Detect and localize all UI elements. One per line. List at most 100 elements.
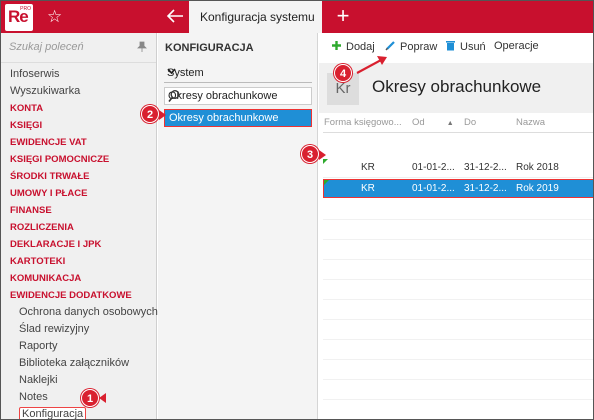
cell-do: 31-12-2... (464, 162, 507, 173)
empty-row-line (323, 259, 593, 260)
sidebar-item-label: Konfiguracja (19, 407, 87, 419)
column-header-nazwa[interactable]: Nazwa (516, 117, 586, 128)
sidebar-item-infoserwis[interactable]: Infoserwis (10, 66, 158, 83)
callout-pointer (319, 150, 326, 160)
sidebar: Szukaj poleceń Infoserwis Wyszukiwarka KON… (1, 33, 158, 419)
edit-label: Popraw (400, 41, 438, 53)
cell-forma: KR (361, 183, 375, 194)
sidebar-item-label: KSIĘGI POMOCNICZE (10, 154, 110, 165)
star-icon[interactable]: ☆ (47, 7, 62, 27)
plus-icon[interactable]: + (331, 4, 355, 28)
config-list-item-okresy[interactable]: Okresy obrachunkowe (164, 109, 312, 127)
callout-arrow (356, 56, 387, 74)
sidebar-item-ślad-rewizyjny[interactable]: Ślad rewizyjny (10, 321, 158, 338)
sidebar-item-biblioteka-załączników[interactable]: Biblioteka załączników (10, 355, 158, 372)
table-row[interactable]: KR 01-01-2... 31-12-2... Rok 2018 (323, 159, 593, 178)
panel-title: KONFIGURACJA (165, 42, 254, 54)
sort-ascending-icon: ▲ (446, 120, 454, 127)
cell-od: 01-01-2... (412, 162, 455, 173)
sidebar-item-label: Ślad rewizyjny (19, 323, 90, 335)
sidebar-item-wyszukiwarka[interactable]: Wyszukiwarka (10, 83, 158, 100)
category-select[interactable]: System (164, 65, 312, 83)
delete-button[interactable]: Usuń (445, 40, 486, 53)
tab-title: Konfiguracja systemu (200, 10, 315, 24)
sidebar-item-label: Naklejki (19, 374, 58, 386)
sidebar-item-konfiguracja[interactable]: Konfiguracja (10, 406, 158, 419)
sidebar-item-label: ROZLICZENIA (10, 222, 74, 233)
column-header-od[interactable]: Od ▲ (412, 117, 458, 128)
table-header: Forma księgowo... Od ▲ Do Nazwa (323, 113, 593, 133)
sidebar-item-raporty[interactable]: Raporty (10, 338, 158, 355)
sidebar-item-label: KARTOTEKI (10, 256, 66, 267)
sidebar-item-kartoteki[interactable]: KARTOTEKI (10, 253, 158, 270)
callout-pointer (99, 393, 106, 403)
app-window: Re PRO ☆ Konfiguracja systemu + Szukaj p… (0, 0, 594, 420)
new-row-marker (324, 180, 329, 185)
empty-row-line (323, 399, 593, 400)
sidebar-item-label: KOMUNIKACJA (10, 273, 82, 284)
arrow-left-icon[interactable] (164, 5, 186, 27)
sidebar-item-label: Raporty (19, 340, 58, 352)
chevron-down-icon (167, 67, 309, 77)
sidebar-item-label: Wyszukiwarka (10, 85, 81, 97)
cell-nazwa: Rok 2019 (516, 183, 559, 194)
add-label: Dodaj (346, 41, 375, 53)
column-header-forma[interactable]: Forma księgowo... (324, 117, 404, 128)
edit-button[interactable]: Popraw (385, 40, 437, 53)
column-header-od-label: Od (412, 117, 425, 128)
sidebar-item-naklejki[interactable]: Naklejki (10, 372, 158, 389)
sidebar-item-label: ŚRODKI TRWAŁE (10, 171, 90, 182)
empty-row-line (323, 359, 593, 360)
callout-3: 3 (301, 145, 319, 163)
sidebar-item-księgi-pomocnicze[interactable]: KSIĘGI POMOCNICZE (10, 151, 158, 168)
callout-4: 4 (334, 64, 352, 82)
add-button[interactable]: Dodaj (331, 40, 375, 53)
top-bar: Re PRO ☆ Konfiguracja systemu + (1, 1, 593, 33)
sidebar-item-label: UMOWY I PŁACE (10, 188, 88, 199)
app-logo[interactable]: Re PRO (5, 4, 33, 31)
sidebar-item-komunikacja[interactable]: KOMUNIKACJA (10, 270, 158, 287)
sidebar-item-label: Biblioteka załączników (19, 357, 130, 369)
empty-row-line (323, 219, 593, 220)
command-search-input[interactable]: Szukaj poleceń (9, 41, 84, 53)
sidebar-item-ewidencje-dodatkowe[interactable]: EWIDENCJE DODATKOWE (10, 287, 158, 304)
sidebar-item-finanse[interactable]: FINANSE (10, 202, 158, 219)
sidebar-item-deklaracje-i-jpk[interactable]: DEKLARACJE I JPK (10, 236, 158, 253)
config-panel: KONFIGURACJA System Okresy obrachunkowe … (158, 33, 318, 419)
sidebar-item-label: KONTA (10, 103, 44, 114)
sidebar-item-umowy-i-płace[interactable]: UMOWY I PŁACE (10, 185, 158, 202)
empty-row-line (323, 299, 593, 300)
sidebar-item-label: FINANSE (10, 205, 52, 216)
empty-row-line (323, 379, 593, 380)
config-list-item-label: Okresy obrachunkowe (169, 112, 279, 124)
sidebar-item-konta[interactable]: KONTA (10, 100, 158, 117)
config-search-value: Okresy obrachunkowe (168, 90, 278, 102)
callout-1: 1 (81, 389, 99, 407)
sidebar-item-księgi[interactable]: KSIĘGI (10, 117, 158, 134)
table-row-selected[interactable]: KR 01-01-2... 31-12-2... Rok 2019 (323, 179, 593, 198)
config-search-input[interactable]: Okresy obrachunkowe (164, 87, 312, 105)
empty-row-line (323, 339, 593, 340)
main-content: Dodaj Popraw Usuń Operacje Kr Okresy obr… (319, 33, 593, 419)
callout-2: 2 (141, 105, 159, 123)
cell-do: 31-12-2... (464, 183, 507, 194)
sidebar-item-środki-trwałe[interactable]: ŚRODKI TRWAŁE (10, 168, 158, 185)
sidebar-item-label: Ochrona danych osobowych (19, 306, 158, 318)
sidebar-item-rozliczenia[interactable]: ROZLICZENIA (10, 219, 158, 236)
plus-icon (332, 41, 341, 50)
sidebar-nav: Infoserwis Wyszukiwarka KONTA KSIĘGI EWIDENC… (10, 66, 158, 419)
sidebar-item-ochrona-danych-osobowych[interactable]: Ochrona danych osobowych (10, 304, 158, 321)
sidebar-item-label: Notes (19, 391, 48, 403)
column-header-do[interactable]: Do (464, 117, 510, 128)
tab-konfiguracja-systemu[interactable]: Konfiguracja systemu (189, 1, 322, 33)
operations-button[interactable]: Operacje (494, 40, 539, 52)
empty-row-line (323, 239, 593, 240)
pin-icon[interactable] (137, 41, 147, 55)
callout-pointer (159, 110, 166, 120)
empty-row-line (323, 279, 593, 280)
trash-icon (446, 41, 455, 51)
delete-label: Usuń (460, 41, 486, 53)
sidebar-item-ewidencje-vat[interactable]: EWIDENCJE VAT (10, 134, 158, 151)
sidebar-item-label: Infoserwis (10, 68, 60, 80)
search-icon[interactable] (168, 89, 180, 103)
